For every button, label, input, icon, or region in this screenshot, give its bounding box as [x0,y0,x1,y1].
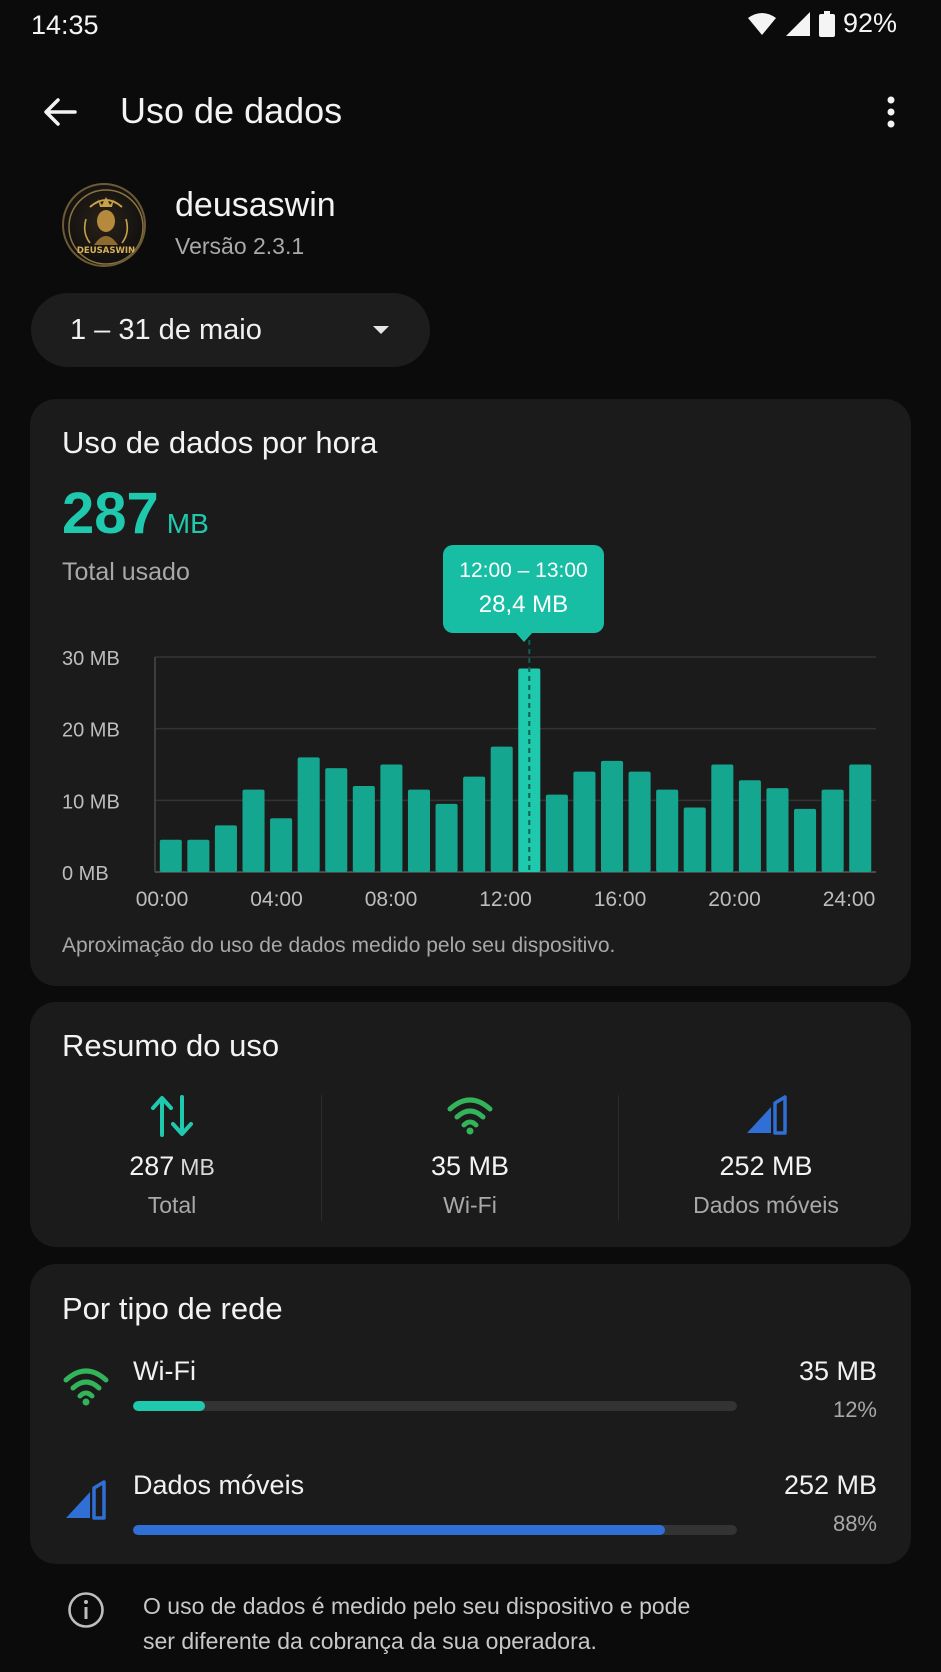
chart-bar [242,789,265,872]
chart-bar [435,803,458,872]
chart-bar [573,771,596,872]
summary-wifi-label: Wi-Fi [443,1192,497,1218]
chart-bar [656,789,679,872]
info-text-line-1: O uso de dados é medido pelo seu disposi… [143,1593,691,1619]
chart-x-tick-label: 16:00 [594,888,647,911]
chart-bar [738,780,761,872]
chart-bar [159,839,182,872]
network-wifi-value: 35 MB [798,1356,877,1386]
chart-y-tick-label: 20 MB [62,720,120,742]
chart-bar [849,764,872,872]
chart-bar [297,757,320,872]
chart-bar [545,794,568,872]
wifi-icon [63,1368,109,1406]
summary-total-unit: MB [180,1154,215,1180]
chart-x-tick-label: 00:00 [136,888,189,911]
swap-vertical-icon [151,1095,193,1137]
chart-bar [628,771,651,872]
network-mobile-name: Dados móveis [133,1470,305,1500]
summary-wifi-value: 35 MB [430,1151,510,1181]
chart-bar [683,807,706,872]
network-mobile-bar [133,1525,737,1535]
chart-footnote: Aproximação do uso de dados medido pelo … [62,934,616,957]
chart-bar [380,764,403,872]
chart-bar [325,768,348,872]
info-text: O uso de dados é medido pelo seu disposi… [143,1589,690,1659]
mobile-row-icon [64,1480,106,1525]
chart-bar [711,764,734,872]
network-mobile-percent: 88% [832,1511,877,1536]
network-mobile-value: 252 MB [783,1470,877,1500]
network-wifi-bar-fill [133,1401,206,1411]
chart-bar [490,746,513,872]
summary-mobile-label: Dados móveis [693,1192,839,1218]
summary-total-value: 287 [129,1151,175,1181]
chart-bar [794,808,817,872]
info-icon [67,1591,105,1634]
wifi-icon [447,1097,493,1135]
chart-bar [600,760,624,872]
hourly-usage-chart: 0 MB 10 MB 20 MB 30 MB 00:00 04:00 08:00 12:00 1… [62,640,876,911]
chart-x-tick-label: 08:00 [365,888,418,911]
chart-y-tick-label: 10 MB [62,791,120,813]
network-type-title: Por tipo de rede [62,1291,283,1326]
chart-y-tick-label: 30 MB [62,648,120,670]
network-wifi-name: Wi-Fi [133,1356,196,1386]
summary-total-label: Total [147,1192,197,1218]
chart-x-tick-label: 20:00 [708,888,761,911]
chart-bar [766,788,789,872]
summary-mobile: 252 MB Dados móveis [656,1095,876,1219]
chart-x-tick-label: 04:00 [250,888,303,911]
cellular-signal-icon [66,1480,106,1520]
summary-divider [321,1095,322,1221]
summary-wifi: 35 MB Wi-Fi [360,1095,580,1219]
cellular-signal-icon [747,1095,787,1135]
chart-bar [352,786,375,872]
chart-bar [463,776,486,872]
network-wifi-percent: 12% [832,1397,877,1422]
chart-y-tick-label: 0 MB [62,863,109,885]
chart-bar [187,839,210,872]
chart-x-tick-label: 24:00 [823,888,876,911]
summary-total: 287 MB Total [62,1095,282,1219]
chart-x-tick-label: 12:00 [479,888,532,911]
chart-bar [270,818,293,872]
usage-summary-title: Resumo do uso [62,1028,280,1063]
network-wifi-bar [133,1401,737,1411]
chart-bar [821,789,844,872]
info-text-line-2: ser diferente da cobrança da sua operado… [143,1628,597,1654]
wifi-row-icon [62,1366,110,1411]
summary-divider [618,1095,619,1221]
chart-bar [407,789,431,872]
summary-mobile-value: 252 MB [719,1151,813,1181]
chart-bar [214,825,237,872]
network-mobile-bar-fill [133,1525,665,1535]
